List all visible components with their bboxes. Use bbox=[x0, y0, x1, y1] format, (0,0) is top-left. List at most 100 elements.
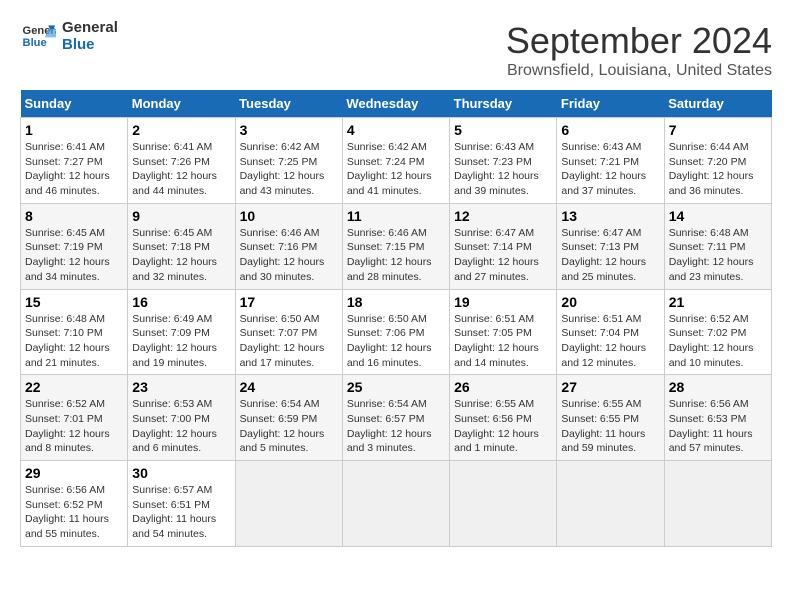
day-info: Sunrise: 6:41 AMSunset: 7:27 PMDaylight:… bbox=[25, 140, 123, 199]
day-number: 11 bbox=[347, 208, 445, 224]
day-info: Sunrise: 6:55 AMSunset: 6:55 PMDaylight:… bbox=[561, 397, 659, 456]
day-info: Sunrise: 6:47 AMSunset: 7:14 PMDaylight:… bbox=[454, 226, 552, 285]
col-monday: Monday bbox=[128, 90, 235, 118]
day-info: Sunrise: 6:52 AMSunset: 7:02 PMDaylight:… bbox=[669, 312, 767, 371]
day-number: 13 bbox=[561, 208, 659, 224]
day-number: 29 bbox=[25, 465, 123, 481]
day-info: Sunrise: 6:52 AMSunset: 7:01 PMDaylight:… bbox=[25, 397, 123, 456]
day-number: 9 bbox=[132, 208, 230, 224]
day-info: Sunrise: 6:42 AMSunset: 7:25 PMDaylight:… bbox=[240, 140, 338, 199]
calendar-cell: 22 Sunrise: 6:52 AMSunset: 7:01 PMDaylig… bbox=[21, 375, 128, 461]
calendar-cell: 11 Sunrise: 6:46 AMSunset: 7:15 PMDaylig… bbox=[342, 203, 449, 289]
day-number: 15 bbox=[25, 294, 123, 310]
location-title: Brownsfield, Louisiana, United States bbox=[506, 62, 772, 80]
calendar-cell: 19 Sunrise: 6:51 AMSunset: 7:05 PMDaylig… bbox=[450, 289, 557, 375]
calendar-cell bbox=[557, 461, 664, 547]
day-info: Sunrise: 6:43 AMSunset: 7:23 PMDaylight:… bbox=[454, 140, 552, 199]
day-number: 16 bbox=[132, 294, 230, 310]
day-info: Sunrise: 6:54 AMSunset: 6:57 PMDaylight:… bbox=[347, 397, 445, 456]
calendar-cell: 4 Sunrise: 6:42 AMSunset: 7:24 PMDayligh… bbox=[342, 118, 449, 204]
col-saturday: Saturday bbox=[664, 90, 771, 118]
logo: General Blue General Blue bbox=[20, 20, 118, 53]
calendar-cell: 26 Sunrise: 6:55 AMSunset: 6:56 PMDaylig… bbox=[450, 375, 557, 461]
calendar-cell: 2 Sunrise: 6:41 AMSunset: 7:26 PMDayligh… bbox=[128, 118, 235, 204]
calendar-table: Sunday Monday Tuesday Wednesday Thursday… bbox=[20, 90, 772, 547]
day-number: 5 bbox=[454, 122, 552, 138]
calendar-cell: 18 Sunrise: 6:50 AMSunset: 7:06 PMDaylig… bbox=[342, 289, 449, 375]
logo-text-line1: General bbox=[62, 20, 118, 37]
calendar-cell bbox=[342, 461, 449, 547]
day-number: 7 bbox=[669, 122, 767, 138]
header-row: Sunday Monday Tuesday Wednesday Thursday… bbox=[21, 90, 772, 118]
day-number: 22 bbox=[25, 379, 123, 395]
col-sunday: Sunday bbox=[21, 90, 128, 118]
day-info: Sunrise: 6:46 AMSunset: 7:16 PMDaylight:… bbox=[240, 226, 338, 285]
day-number: 6 bbox=[561, 122, 659, 138]
logo-text-line2: Blue bbox=[62, 37, 118, 54]
calendar-cell: 3 Sunrise: 6:42 AMSunset: 7:25 PMDayligh… bbox=[235, 118, 342, 204]
day-number: 26 bbox=[454, 379, 552, 395]
calendar-cell bbox=[235, 461, 342, 547]
day-number: 23 bbox=[132, 379, 230, 395]
day-info: Sunrise: 6:44 AMSunset: 7:20 PMDaylight:… bbox=[669, 140, 767, 199]
day-number: 21 bbox=[669, 294, 767, 310]
day-number: 8 bbox=[25, 208, 123, 224]
calendar-week-2: 15 Sunrise: 6:48 AMSunset: 7:10 PMDaylig… bbox=[21, 289, 772, 375]
calendar-cell: 15 Sunrise: 6:48 AMSunset: 7:10 PMDaylig… bbox=[21, 289, 128, 375]
day-info: Sunrise: 6:55 AMSunset: 6:56 PMDaylight:… bbox=[454, 397, 552, 456]
day-info: Sunrise: 6:47 AMSunset: 7:13 PMDaylight:… bbox=[561, 226, 659, 285]
calendar-cell: 7 Sunrise: 6:44 AMSunset: 7:20 PMDayligh… bbox=[664, 118, 771, 204]
calendar-week-1: 8 Sunrise: 6:45 AMSunset: 7:19 PMDayligh… bbox=[21, 203, 772, 289]
calendar-cell: 16 Sunrise: 6:49 AMSunset: 7:09 PMDaylig… bbox=[128, 289, 235, 375]
calendar-cell: 17 Sunrise: 6:50 AMSunset: 7:07 PMDaylig… bbox=[235, 289, 342, 375]
day-info: Sunrise: 6:56 AMSunset: 6:52 PMDaylight:… bbox=[25, 483, 123, 542]
calendar-cell: 28 Sunrise: 6:56 AMSunset: 6:53 PMDaylig… bbox=[664, 375, 771, 461]
calendar-cell: 29 Sunrise: 6:56 AMSunset: 6:52 PMDaylig… bbox=[21, 461, 128, 547]
day-info: Sunrise: 6:43 AMSunset: 7:21 PMDaylight:… bbox=[561, 140, 659, 199]
calendar-cell bbox=[450, 461, 557, 547]
day-number: 14 bbox=[669, 208, 767, 224]
day-number: 4 bbox=[347, 122, 445, 138]
calendar-cell: 1 Sunrise: 6:41 AMSunset: 7:27 PMDayligh… bbox=[21, 118, 128, 204]
logo-icon: General Blue bbox=[20, 22, 56, 52]
col-friday: Friday bbox=[557, 90, 664, 118]
day-info: Sunrise: 6:51 AMSunset: 7:05 PMDaylight:… bbox=[454, 312, 552, 371]
calendar-cell: 27 Sunrise: 6:55 AMSunset: 6:55 PMDaylig… bbox=[557, 375, 664, 461]
day-info: Sunrise: 6:56 AMSunset: 6:53 PMDaylight:… bbox=[669, 397, 767, 456]
title-section: September 2024 Brownsfield, Louisiana, U… bbox=[506, 20, 772, 80]
calendar-week-3: 22 Sunrise: 6:52 AMSunset: 7:01 PMDaylig… bbox=[21, 375, 772, 461]
day-number: 20 bbox=[561, 294, 659, 310]
calendar-cell: 12 Sunrise: 6:47 AMSunset: 7:14 PMDaylig… bbox=[450, 203, 557, 289]
calendar-cell: 21 Sunrise: 6:52 AMSunset: 7:02 PMDaylig… bbox=[664, 289, 771, 375]
day-number: 1 bbox=[25, 122, 123, 138]
day-info: Sunrise: 6:41 AMSunset: 7:26 PMDaylight:… bbox=[132, 140, 230, 199]
day-number: 12 bbox=[454, 208, 552, 224]
day-info: Sunrise: 6:50 AMSunset: 7:07 PMDaylight:… bbox=[240, 312, 338, 371]
day-number: 24 bbox=[240, 379, 338, 395]
day-info: Sunrise: 6:45 AMSunset: 7:18 PMDaylight:… bbox=[132, 226, 230, 285]
day-number: 2 bbox=[132, 122, 230, 138]
calendar-cell: 10 Sunrise: 6:46 AMSunset: 7:16 PMDaylig… bbox=[235, 203, 342, 289]
calendar-cell: 6 Sunrise: 6:43 AMSunset: 7:21 PMDayligh… bbox=[557, 118, 664, 204]
day-number: 28 bbox=[669, 379, 767, 395]
day-number: 3 bbox=[240, 122, 338, 138]
svg-text:Blue: Blue bbox=[23, 37, 47, 49]
col-tuesday: Tuesday bbox=[235, 90, 342, 118]
day-info: Sunrise: 6:53 AMSunset: 7:00 PMDaylight:… bbox=[132, 397, 230, 456]
day-number: 18 bbox=[347, 294, 445, 310]
day-info: Sunrise: 6:46 AMSunset: 7:15 PMDaylight:… bbox=[347, 226, 445, 285]
col-wednesday: Wednesday bbox=[342, 90, 449, 118]
header: General Blue General Blue September 2024… bbox=[20, 20, 772, 80]
day-info: Sunrise: 6:54 AMSunset: 6:59 PMDaylight:… bbox=[240, 397, 338, 456]
day-info: Sunrise: 6:42 AMSunset: 7:24 PMDaylight:… bbox=[347, 140, 445, 199]
calendar-cell bbox=[664, 461, 771, 547]
day-number: 10 bbox=[240, 208, 338, 224]
day-info: Sunrise: 6:48 AMSunset: 7:11 PMDaylight:… bbox=[669, 226, 767, 285]
day-info: Sunrise: 6:48 AMSunset: 7:10 PMDaylight:… bbox=[25, 312, 123, 371]
calendar-cell: 20 Sunrise: 6:51 AMSunset: 7:04 PMDaylig… bbox=[557, 289, 664, 375]
day-number: 27 bbox=[561, 379, 659, 395]
day-info: Sunrise: 6:50 AMSunset: 7:06 PMDaylight:… bbox=[347, 312, 445, 371]
calendar-cell: 23 Sunrise: 6:53 AMSunset: 7:00 PMDaylig… bbox=[128, 375, 235, 461]
calendar-cell: 14 Sunrise: 6:48 AMSunset: 7:11 PMDaylig… bbox=[664, 203, 771, 289]
day-number: 30 bbox=[132, 465, 230, 481]
